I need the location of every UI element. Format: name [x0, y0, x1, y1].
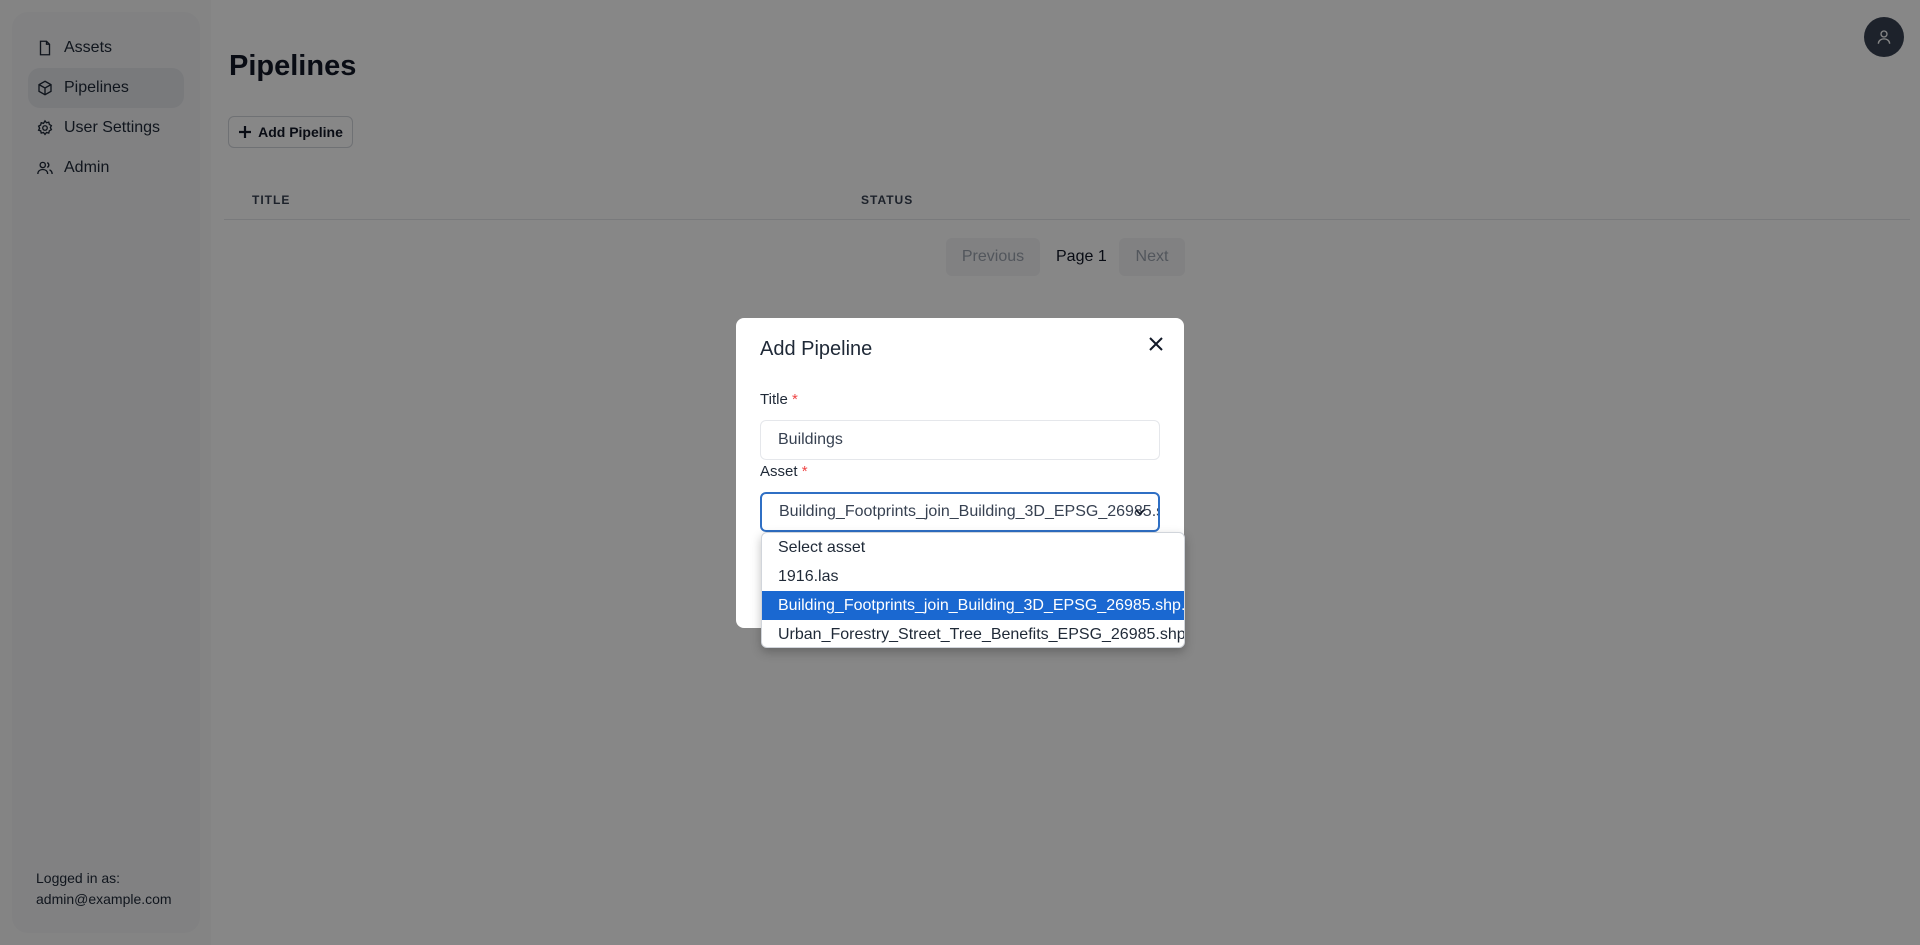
asset-select[interactable]: Building_Footprints_join_Building_3D_EPS… — [760, 492, 1160, 532]
asset-dropdown-list: Select asset 1916.las Building_Footprint… — [761, 532, 1185, 648]
modal-title: Add Pipeline — [760, 338, 873, 360]
title-input[interactable]: Buildings — [760, 420, 1160, 460]
asset-option[interactable]: 1916.las — [762, 562, 1184, 591]
asset-option-highlighted[interactable]: Building_Footprints_join_Building_3D_EPS… — [762, 591, 1184, 620]
asset-option[interactable]: Select asset — [762, 533, 1184, 562]
close-icon[interactable] — [1144, 332, 1168, 356]
chevron-down-icon — [1135, 509, 1145, 516]
asset-select-value: Building_Footprints_join_Building_3D_EPS… — [779, 503, 1158, 520]
asset-option[interactable]: Urban_Forestry_Street_Tree_Benefits_EPSG… — [762, 620, 1184, 647]
title-label: Title * — [760, 391, 798, 408]
asset-label: Asset * — [760, 463, 808, 480]
